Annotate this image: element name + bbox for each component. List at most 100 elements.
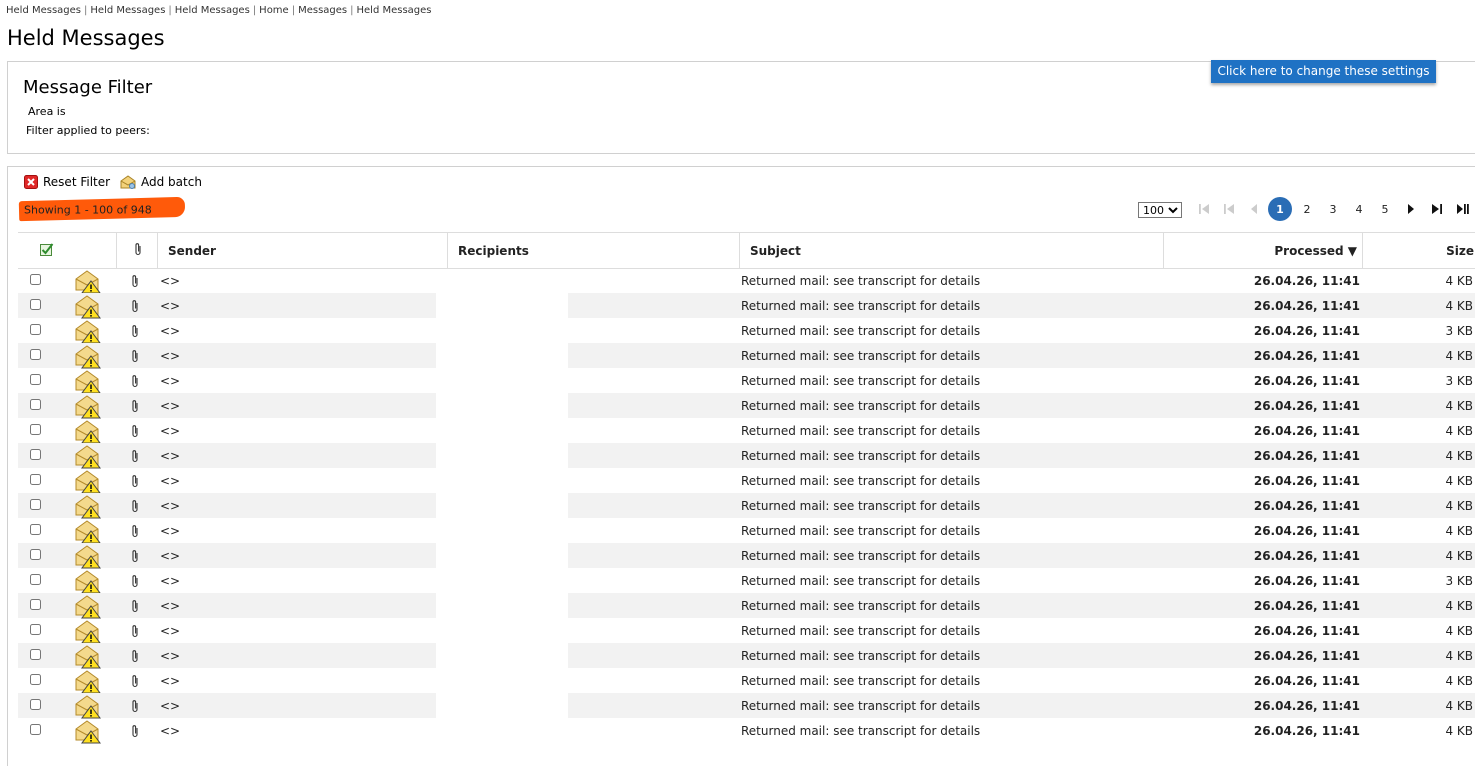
envelope-warning-icon[interactable]: [75, 393, 101, 418]
subject-cell[interactable]: Returned mail: see transcript for detail…: [741, 468, 980, 493]
subject-cell[interactable]: Returned mail: see transcript for detail…: [741, 668, 980, 693]
row-checkbox[interactable]: [30, 624, 41, 635]
row-checkbox[interactable]: [30, 674, 41, 685]
table-row[interactable]: <> Returned mail: see transcript for det…: [0, 493, 1475, 518]
subject-cell[interactable]: Returned mail: see transcript for detail…: [741, 568, 980, 593]
table-row[interactable]: <> Returned mail: see transcript for det…: [0, 418, 1475, 443]
row-checkbox[interactable]: [30, 724, 41, 735]
row-checkbox[interactable]: [30, 299, 41, 310]
change-settings-button[interactable]: Click here to change these settings: [1211, 60, 1436, 83]
attachment-column[interactable]: [116, 233, 158, 268]
check-select-icon[interactable]: [40, 242, 54, 259]
table-row[interactable]: <> Returned mail: see transcript for det…: [0, 468, 1475, 493]
table-row[interactable]: <> Returned mail: see transcript for det…: [0, 568, 1475, 593]
page-3[interactable]: 3: [1323, 197, 1343, 221]
row-checkbox[interactable]: [30, 399, 41, 410]
table-row[interactable]: <> Returned mail: see transcript for det…: [0, 443, 1475, 468]
envelope-warning-icon[interactable]: [75, 468, 101, 493]
last-page-icon[interactable]: [1455, 197, 1471, 221]
first-page-icon[interactable]: [1196, 197, 1212, 221]
table-row[interactable]: <> Returned mail: see transcript for det…: [0, 368, 1475, 393]
envelope-warning-icon[interactable]: [75, 543, 101, 568]
subject-cell[interactable]: Returned mail: see transcript for detail…: [741, 393, 980, 418]
envelope-warning-icon[interactable]: [75, 418, 101, 443]
envelope-warning-icon[interactable]: [75, 618, 101, 643]
row-checkbox[interactable]: [30, 374, 41, 385]
size-header[interactable]: Size: [1362, 233, 1475, 268]
envelope-warning-icon[interactable]: [75, 443, 101, 468]
next-page-icon[interactable]: [1404, 197, 1418, 221]
breadcrumb-link[interactable]: Held Messages: [357, 5, 432, 16]
table-row[interactable]: <> Returned mail: see transcript for det…: [0, 618, 1475, 643]
row-checkbox[interactable]: [30, 549, 41, 560]
breadcrumb-link[interactable]: Home: [259, 5, 289, 16]
page-size-select[interactable]: 100: [1138, 202, 1182, 218]
subject-cell[interactable]: Returned mail: see transcript for detail…: [741, 293, 980, 318]
envelope-warning-icon[interactable]: [75, 643, 101, 668]
envelope-warning-icon[interactable]: [75, 668, 101, 693]
row-checkbox[interactable]: [30, 449, 41, 460]
subject-cell[interactable]: Returned mail: see transcript for detail…: [741, 368, 980, 393]
subject-cell[interactable]: Returned mail: see transcript for detail…: [741, 618, 980, 643]
table-row[interactable]: <> Returned mail: see transcript for det…: [0, 668, 1475, 693]
subject-cell[interactable]: Returned mail: see transcript for detail…: [741, 693, 980, 718]
row-checkbox[interactable]: [30, 274, 41, 285]
next-ten-icon[interactable]: [1429, 197, 1445, 221]
row-checkbox[interactable]: [30, 499, 41, 510]
row-checkbox[interactable]: [30, 699, 41, 710]
recipients-header[interactable]: Recipients: [447, 233, 740, 268]
page-1-current[interactable]: 1: [1268, 197, 1292, 221]
subject-cell[interactable]: Returned mail: see transcript for detail…: [741, 318, 980, 343]
row-checkbox[interactable]: [30, 649, 41, 660]
row-checkbox[interactable]: [30, 574, 41, 585]
envelope-warning-icon[interactable]: [75, 493, 101, 518]
table-row[interactable]: <> Returned mail: see transcript for det…: [0, 593, 1475, 618]
breadcrumb-link[interactable]: Held Messages: [90, 5, 165, 16]
envelope-warning-icon[interactable]: [75, 518, 101, 543]
envelope-warning-icon[interactable]: [75, 568, 101, 593]
table-row[interactable]: <> Returned mail: see transcript for det…: [0, 268, 1475, 293]
table-row[interactable]: <> Returned mail: see transcript for det…: [0, 518, 1475, 543]
subject-cell[interactable]: Returned mail: see transcript for detail…: [741, 343, 980, 368]
row-checkbox[interactable]: [30, 349, 41, 360]
add-batch-button[interactable]: Add batch: [120, 175, 202, 189]
envelope-warning-icon[interactable]: [75, 718, 101, 743]
envelope-warning-icon[interactable]: [75, 318, 101, 343]
breadcrumb-link[interactable]: Held Messages: [6, 5, 81, 16]
row-checkbox[interactable]: [30, 524, 41, 535]
row-checkbox[interactable]: [30, 474, 41, 485]
envelope-warning-icon[interactable]: [75, 693, 101, 718]
breadcrumb-link[interactable]: Held Messages: [175, 5, 250, 16]
page-2[interactable]: 2: [1297, 197, 1317, 221]
table-row[interactable]: <> Returned mail: see transcript for det…: [0, 293, 1475, 318]
page-4[interactable]: 4: [1349, 197, 1369, 221]
subject-cell[interactable]: Returned mail: see transcript for detail…: [741, 643, 980, 668]
sender-header[interactable]: Sender: [157, 233, 448, 268]
envelope-warning-icon[interactable]: [75, 293, 101, 318]
table-row[interactable]: <> Returned mail: see transcript for det…: [0, 393, 1475, 418]
table-row[interactable]: <> Returned mail: see transcript for det…: [0, 343, 1475, 368]
prev-ten-icon[interactable]: [1221, 197, 1237, 221]
table-row[interactable]: <> Returned mail: see transcript for det…: [0, 718, 1475, 743]
envelope-warning-icon[interactable]: [75, 368, 101, 393]
breadcrumb-link[interactable]: Messages: [298, 5, 347, 16]
subject-cell[interactable]: Returned mail: see transcript for detail…: [741, 543, 980, 568]
subject-cell[interactable]: Returned mail: see transcript for detail…: [741, 268, 980, 293]
row-checkbox[interactable]: [30, 324, 41, 335]
row-checkbox[interactable]: [30, 424, 41, 435]
subject-cell[interactable]: Returned mail: see transcript for detail…: [741, 593, 980, 618]
envelope-warning-icon[interactable]: [75, 343, 101, 368]
subject-cell[interactable]: Returned mail: see transcript for detail…: [741, 418, 980, 443]
subject-cell[interactable]: Returned mail: see transcript for detail…: [741, 518, 980, 543]
subject-cell[interactable]: Returned mail: see transcript for detail…: [741, 443, 980, 468]
envelope-warning-icon[interactable]: [75, 268, 101, 293]
table-row[interactable]: <> Returned mail: see transcript for det…: [0, 543, 1475, 568]
processed-header[interactable]: Processed ▼: [1163, 233, 1363, 268]
page-5[interactable]: 5: [1375, 197, 1395, 221]
subject-cell[interactable]: Returned mail: see transcript for detail…: [741, 493, 980, 518]
prev-page-icon[interactable]: [1246, 197, 1262, 221]
table-row[interactable]: <> Returned mail: see transcript for det…: [0, 643, 1475, 668]
row-checkbox[interactable]: [30, 599, 41, 610]
table-row[interactable]: <> Returned mail: see transcript for det…: [0, 318, 1475, 343]
reset-filter-button[interactable]: Reset Filter: [24, 175, 110, 189]
